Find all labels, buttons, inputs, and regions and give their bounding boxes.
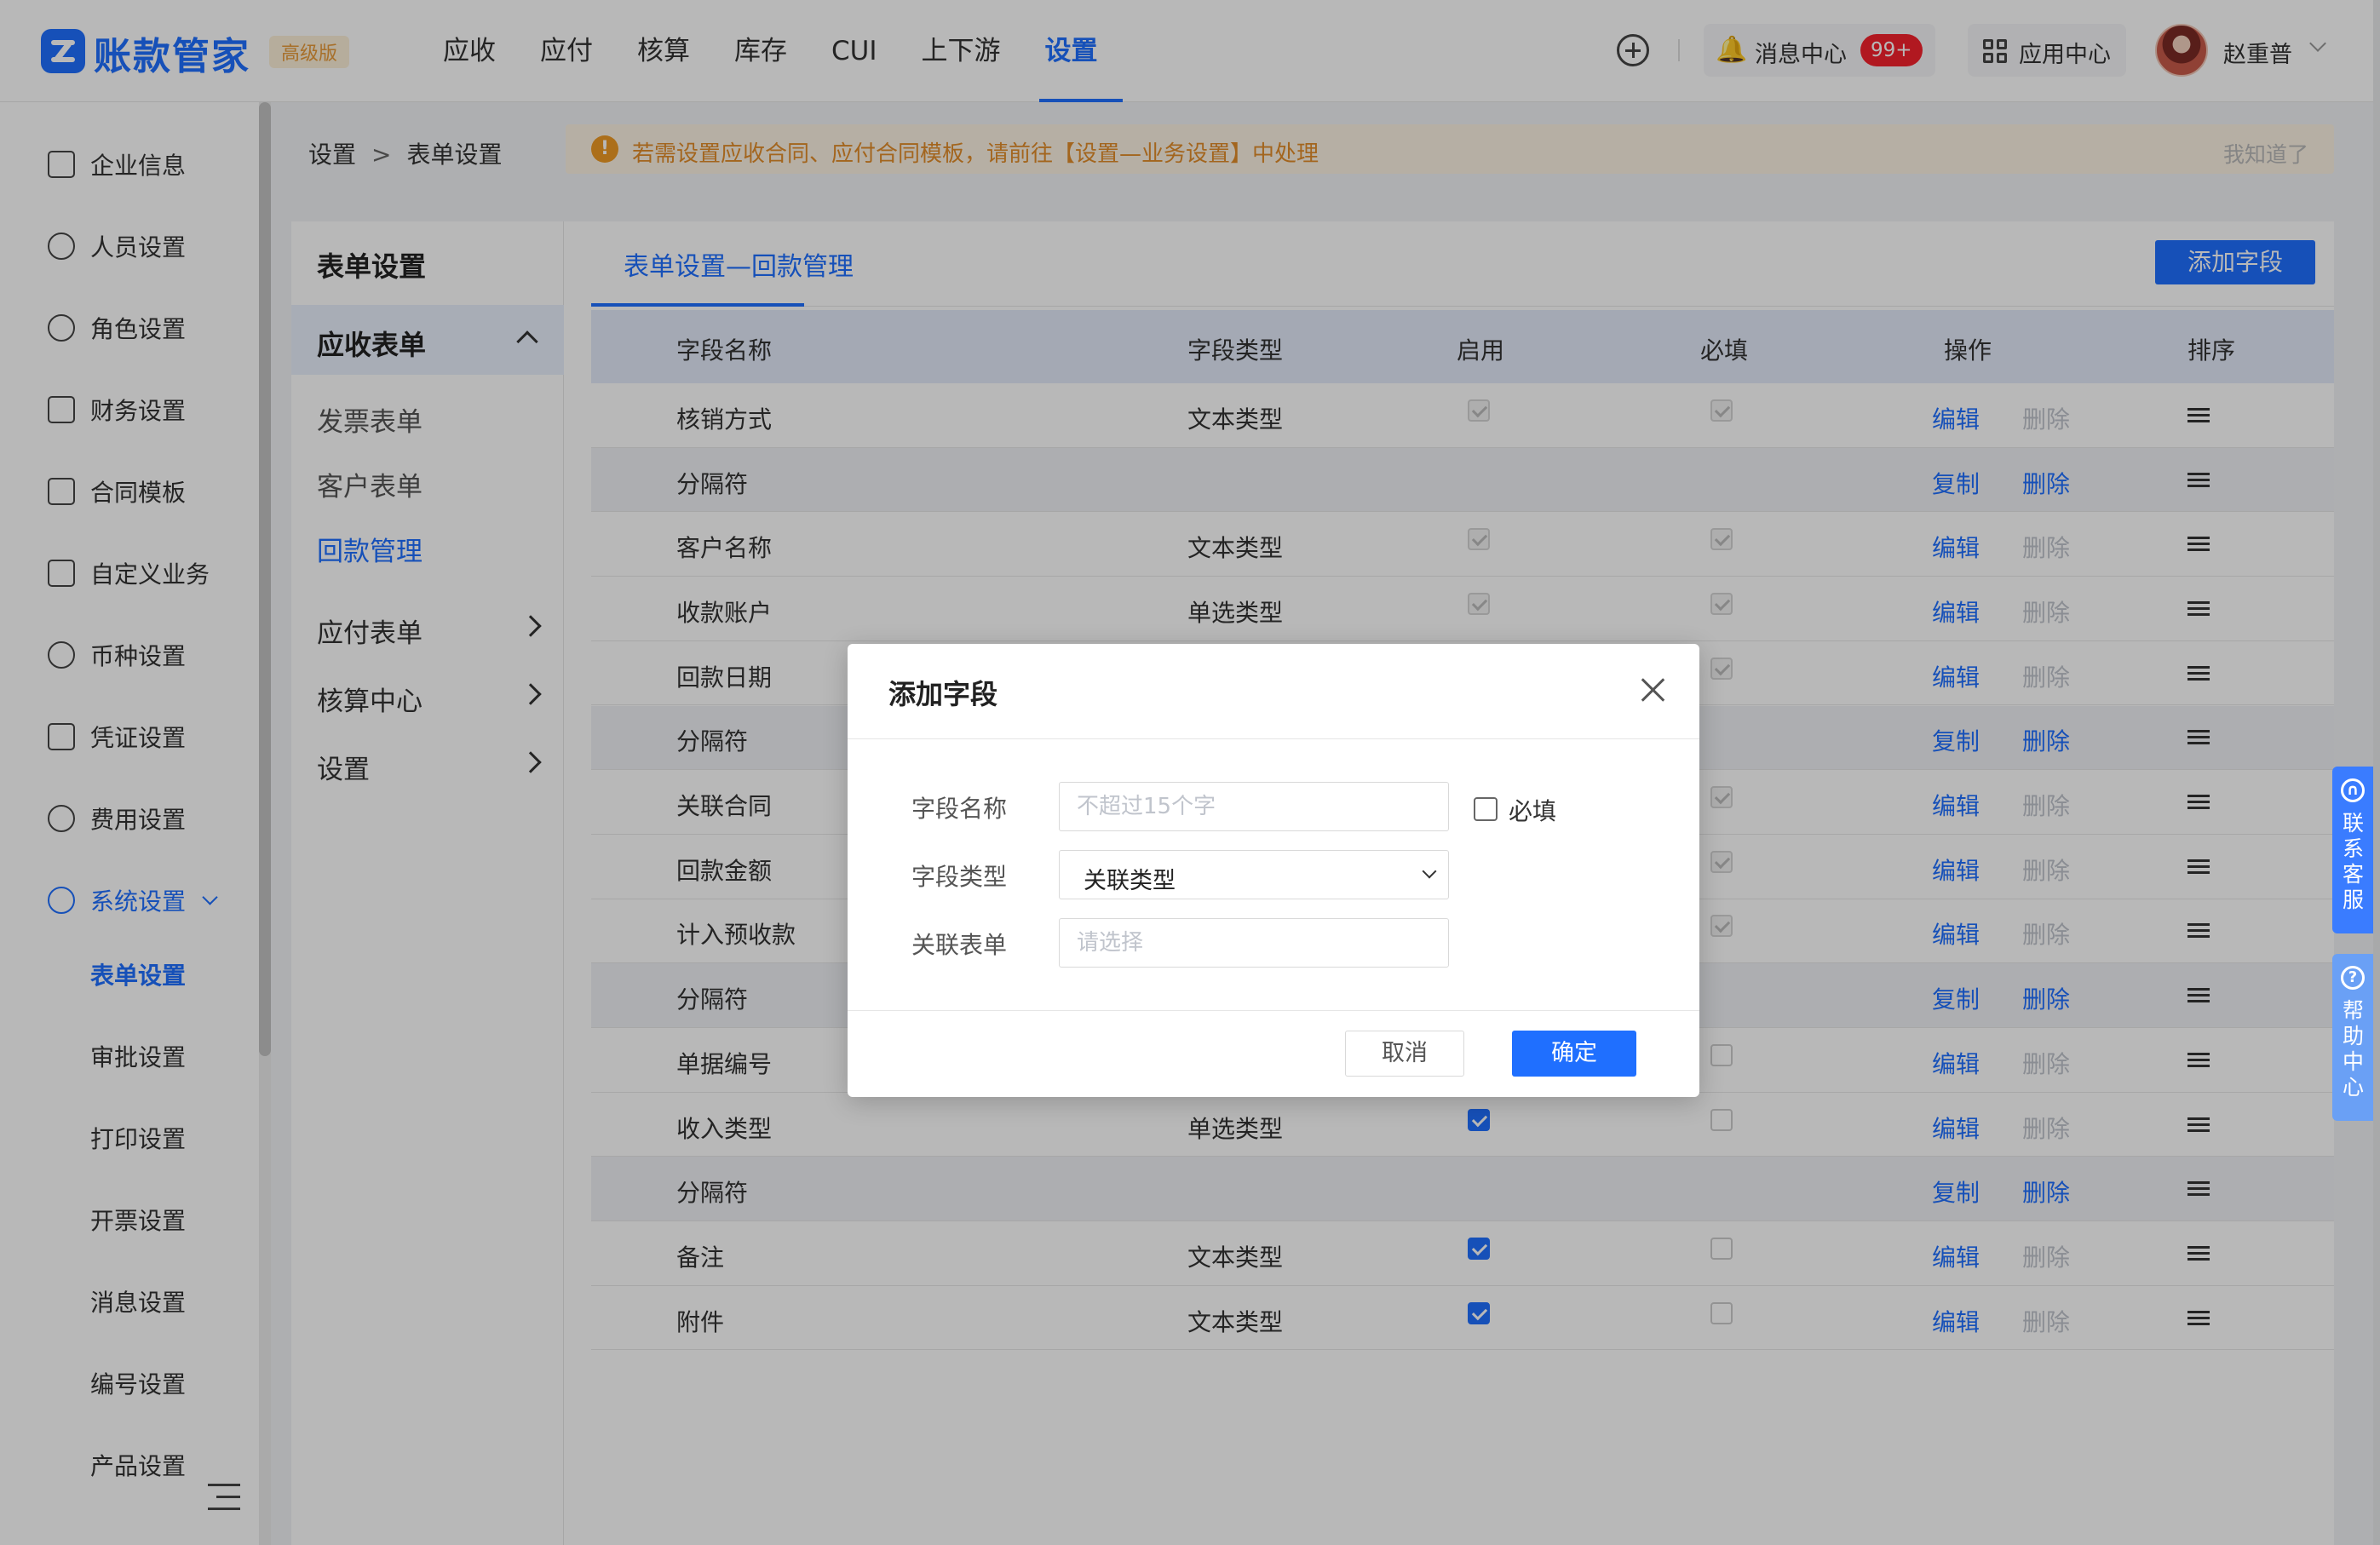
- dialog-header-divider: [848, 738, 1699, 739]
- add-field-dialog: 添加字段 字段名称 必填 字段类型 关联类型 关联表单 取消 确定: [848, 644, 1699, 1097]
- help-center-tab[interactable]: ? 帮助中心: [2332, 954, 2373, 1121]
- contact-support-label: 联系客服: [2343, 811, 2365, 912]
- dialog-footer-divider: [848, 1010, 1699, 1011]
- related-form-label: 关联表单: [911, 931, 1008, 959]
- field-type-select[interactable]: 关联类型: [1059, 850, 1449, 899]
- field-name-label: 字段名称: [911, 795, 1008, 823]
- related-form-input[interactable]: [1059, 918, 1449, 968]
- dialog-title: 添加字段: [888, 678, 998, 710]
- required-label: 必填: [1509, 797, 1557, 825]
- cancel-button[interactable]: 取消: [1345, 1031, 1464, 1077]
- field-type-value: 关联类型: [1084, 868, 1176, 894]
- required-checkbox[interactable]: [1474, 797, 1498, 821]
- headset-icon: ∩: [2341, 778, 2365, 802]
- field-name-input[interactable]: [1059, 782, 1449, 831]
- contact-support-tab[interactable]: ∩ 联系客服: [2332, 767, 2373, 933]
- help-icon: ?: [2341, 966, 2365, 990]
- chevron-down-icon: [1422, 864, 1437, 879]
- close-icon[interactable]: [1641, 678, 1665, 702]
- help-center-label: 帮助中心: [2343, 998, 2365, 1100]
- confirm-button[interactable]: 确定: [1512, 1031, 1636, 1077]
- field-type-label: 字段类型: [911, 863, 1008, 891]
